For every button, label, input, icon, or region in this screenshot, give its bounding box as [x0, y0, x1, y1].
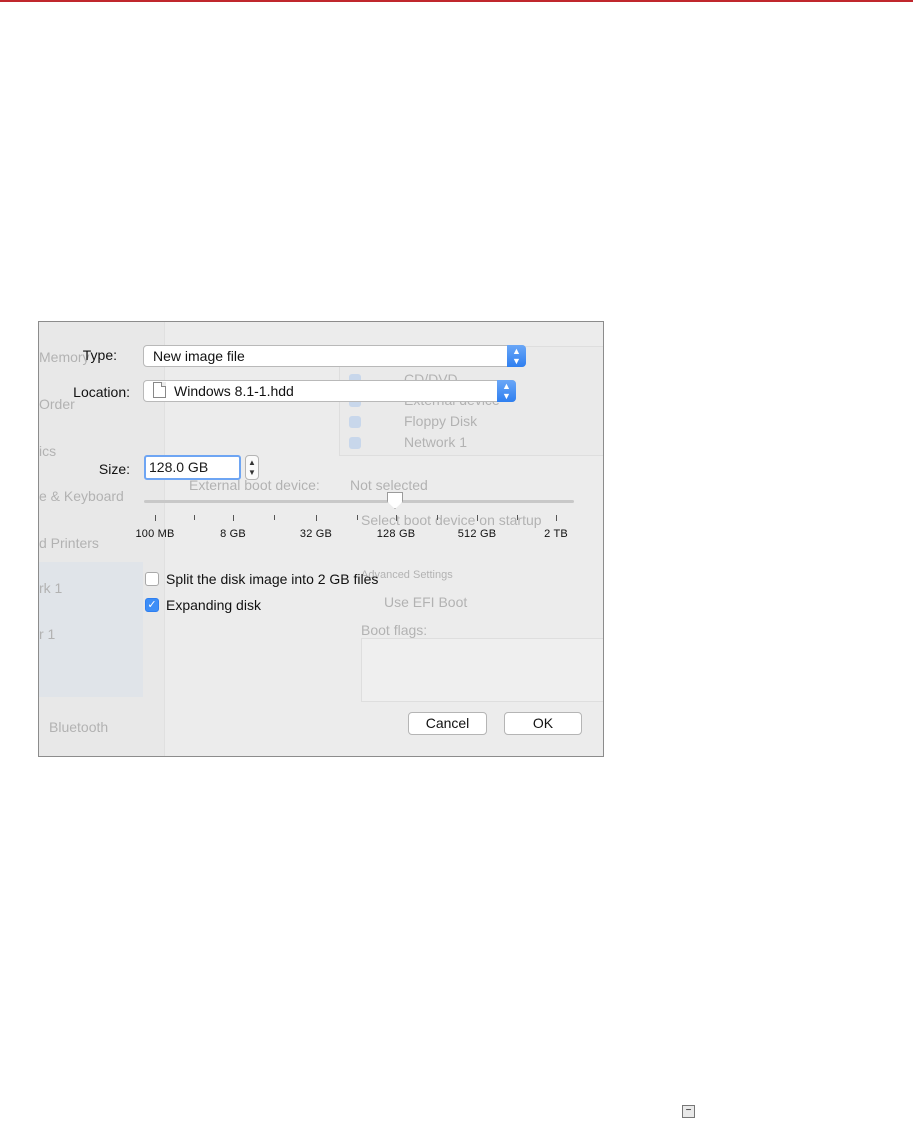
- background-efi-label: Use EFI Boot: [384, 594, 468, 610]
- slider-minor-tick: [517, 515, 518, 520]
- background-external-boot-value: Not selected: [350, 477, 428, 493]
- slider-tick-label: 2 TB: [544, 528, 568, 540]
- slider-minor-tick: [194, 515, 195, 520]
- popup-arrows-icon: ▲ ▼: [507, 345, 526, 367]
- background-boot-flags-field: [361, 638, 603, 702]
- size-stepper[interactable]: ▲ ▼: [245, 455, 259, 480]
- stepper-down-icon[interactable]: ▼: [248, 468, 256, 478]
- stepper-up-icon[interactable]: ▲: [248, 458, 256, 468]
- location-popup[interactable]: Windows 8.1-1.hdd ▲ ▼: [143, 380, 516, 402]
- background-boot-device: Floppy Disk: [404, 413, 478, 429]
- document-icon: [153, 382, 166, 398]
- size-input[interactable]: 128.0 GB: [144, 455, 241, 480]
- background-boot-flags-label: Boot flags:: [361, 622, 428, 638]
- background-checkbox: [349, 416, 361, 428]
- background-sidebar-item: rk 1: [39, 580, 63, 596]
- background-sidebar-item: d Printers: [39, 535, 99, 551]
- minus-button[interactable]: −: [682, 1105, 695, 1118]
- location-value: Windows 8.1-1.hdd: [174, 383, 294, 399]
- slider-minor-tick: [357, 515, 358, 520]
- slider-tick-label: 128 GB: [376, 528, 416, 540]
- popup-arrows-icon: ▲ ▼: [497, 380, 516, 402]
- type-popup[interactable]: New image file ▲ ▼: [143, 345, 526, 367]
- background-sidebar-selection: [39, 562, 143, 697]
- slider-tick: [477, 515, 478, 521]
- slider-tick: [396, 515, 397, 521]
- expanding-disk-checkbox[interactable]: ✓: [145, 598, 159, 612]
- slider-tick: [233, 515, 234, 521]
- size-label: Size:: [98, 461, 130, 477]
- new-hard-disk-dialog: Memory Order ics e & Keyboard d Printers…: [38, 321, 604, 757]
- slider-tick-label: 100 MB: [135, 528, 175, 540]
- expanding-disk-label: Expanding disk: [166, 597, 261, 613]
- background-checkbox: [349, 437, 361, 449]
- background-select-boot-label: Select boot device on startup: [361, 512, 542, 528]
- type-value: New image file: [153, 348, 245, 364]
- size-slider-track[interactable]: [144, 500, 574, 503]
- background-boot-device: Network 1: [404, 434, 468, 450]
- split-disk-checkbox[interactable]: [145, 572, 159, 586]
- ok-button[interactable]: OK: [504, 712, 582, 735]
- slider-tick: [155, 515, 156, 521]
- location-label: Location:: [73, 384, 130, 400]
- slider-minor-tick: [274, 515, 275, 520]
- background-sidebar-item: r 1: [39, 626, 56, 642]
- slider-tick-label: 32 GB: [299, 528, 333, 540]
- split-disk-label: Split the disk image into 2 GB files: [166, 571, 379, 587]
- top-rule: [0, 0, 913, 2]
- cancel-button[interactable]: Cancel: [408, 712, 487, 735]
- background-sidebar-item: Bluetooth: [49, 719, 109, 735]
- type-label: Type:: [82, 347, 117, 363]
- slider-tick: [316, 515, 317, 521]
- background-sidebar-item: ics: [39, 443, 57, 459]
- slider-tick-label: 8 GB: [220, 528, 246, 540]
- slider-tick: [556, 515, 557, 521]
- background-sidebar-item: e & Keyboard: [39, 488, 124, 504]
- slider-tick-label: 512 GB: [457, 528, 497, 540]
- size-slider-thumb[interactable]: [387, 492, 403, 509]
- slider-minor-tick: [437, 515, 438, 520]
